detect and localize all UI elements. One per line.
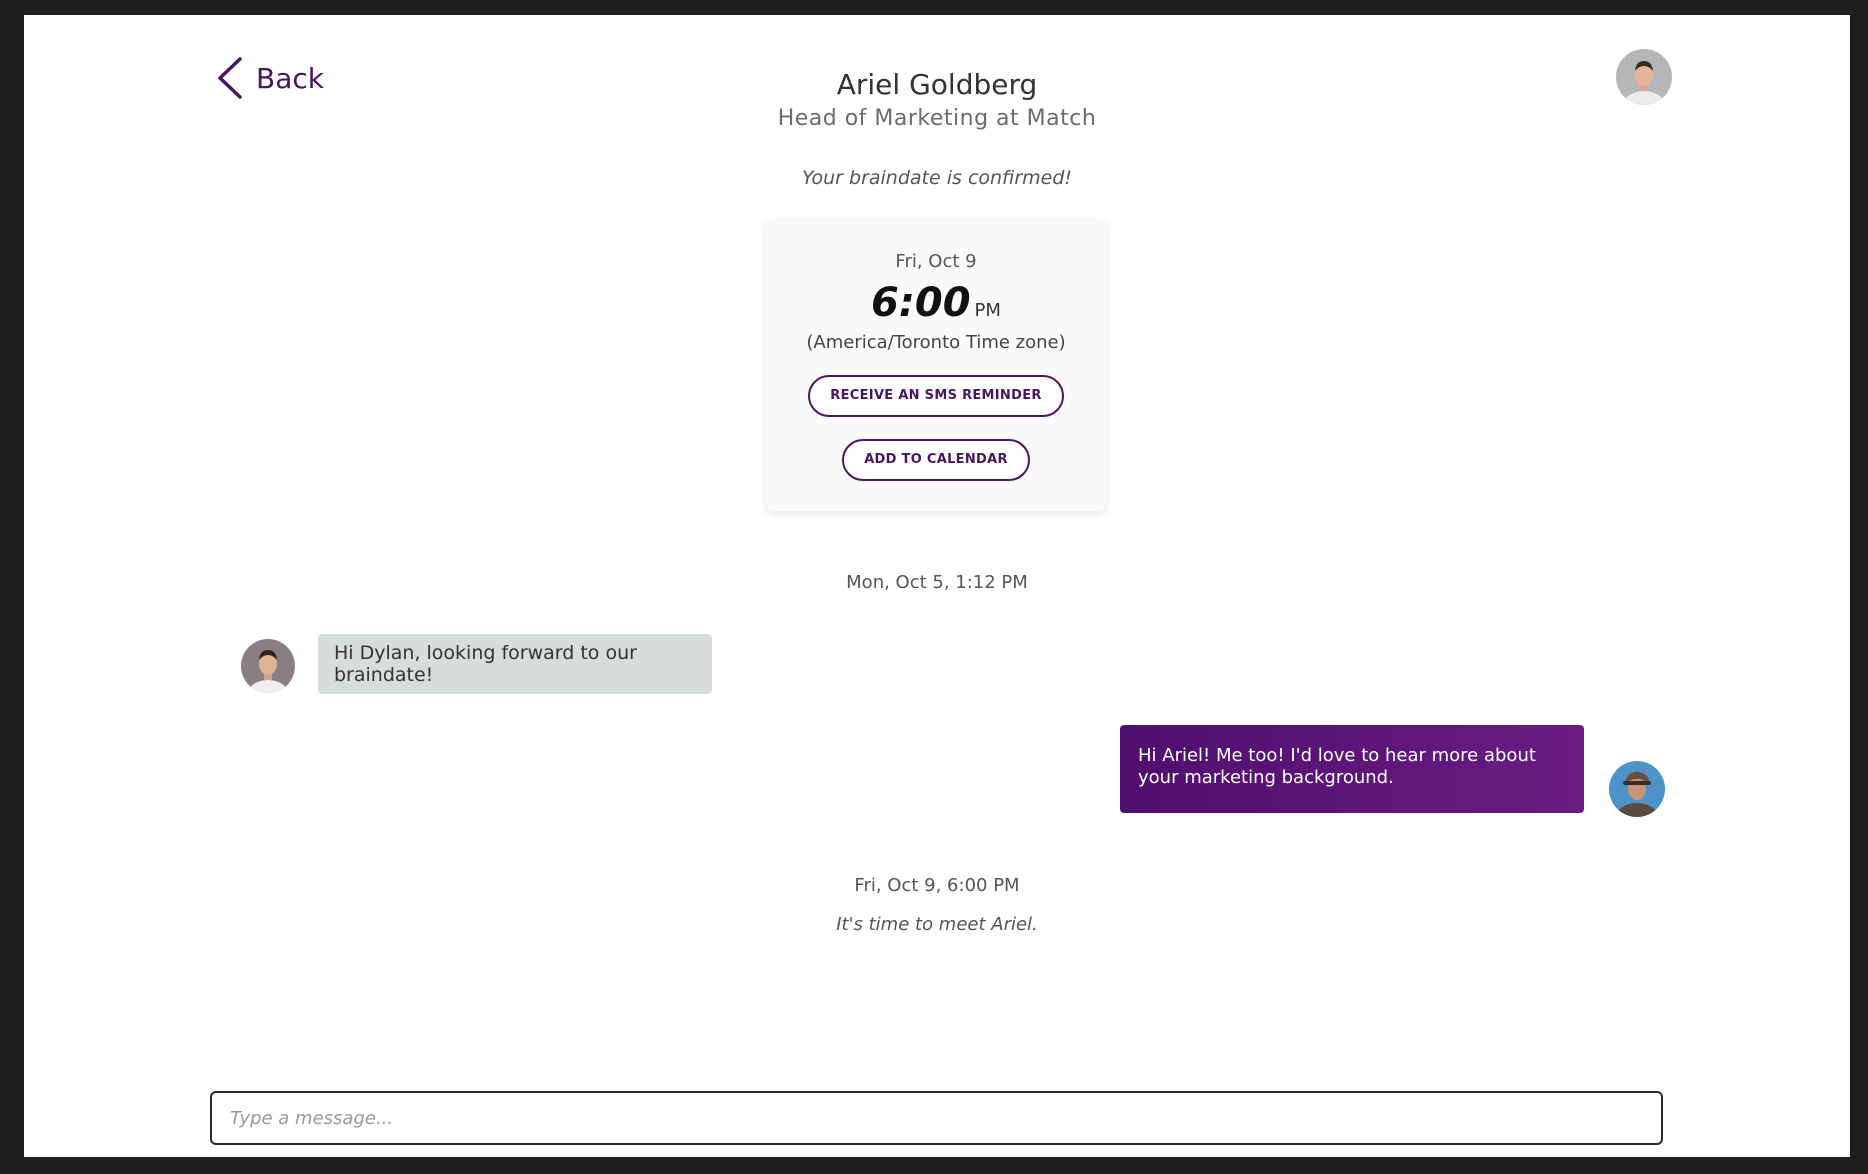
add-to-calendar-button[interactable]: ADD TO CALENDAR xyxy=(842,439,1030,481)
meeting-timezone: (America/Toronto Time zone) xyxy=(806,332,1066,353)
incoming-message-bubble: Hi Dylan, looking forward to our brainda… xyxy=(318,634,712,694)
meeting-time: 6:00 PM xyxy=(766,280,1106,328)
message-timestamp: Fri, Oct 9, 6:00 PM xyxy=(854,875,1020,896)
message-composer xyxy=(210,1091,1663,1145)
chat-screen: Back Ariel Goldberg Head of Marketing at… xyxy=(24,15,1850,1157)
outgoing-message-text: Hi Ariel! Me too! I'd love to hear more … xyxy=(1138,745,1536,788)
braindate-card: Fri, Oct 9 6:00 PM (America/Toronto Time … xyxy=(766,221,1106,511)
incoming-message-text: Hi Dylan, looking forward to our brainda… xyxy=(334,642,637,686)
sender-avatar xyxy=(241,639,295,693)
contact-title: Head of Marketing at Match xyxy=(777,106,1097,131)
contact-avatar[interactable] xyxy=(1616,49,1672,105)
conversation-header: Ariel Goldberg Head of Marketing at Matc… xyxy=(24,67,1850,135)
sms-reminder-button[interactable]: RECEIVE AN SMS REMINDER xyxy=(808,375,1064,417)
confirmation-text: Your braindate is confirmed! xyxy=(801,167,1073,189)
message-timestamp: Mon, Oct 5, 1:12 PM xyxy=(846,572,1028,593)
meeting-time-ampm: PM xyxy=(974,300,1001,321)
meet-notice: It's time to meet Ariel. xyxy=(836,914,1038,935)
outgoing-message-bubble: Hi Ariel! Me too! I'd love to hear more … xyxy=(1120,725,1584,813)
contact-name: Ariel Goldberg xyxy=(836,68,1038,101)
user-avatar xyxy=(1609,761,1665,817)
meeting-time-value: 6:00 xyxy=(871,280,971,326)
message-input[interactable] xyxy=(210,1091,1663,1145)
meeting-date: Fri, Oct 9 xyxy=(895,251,977,272)
